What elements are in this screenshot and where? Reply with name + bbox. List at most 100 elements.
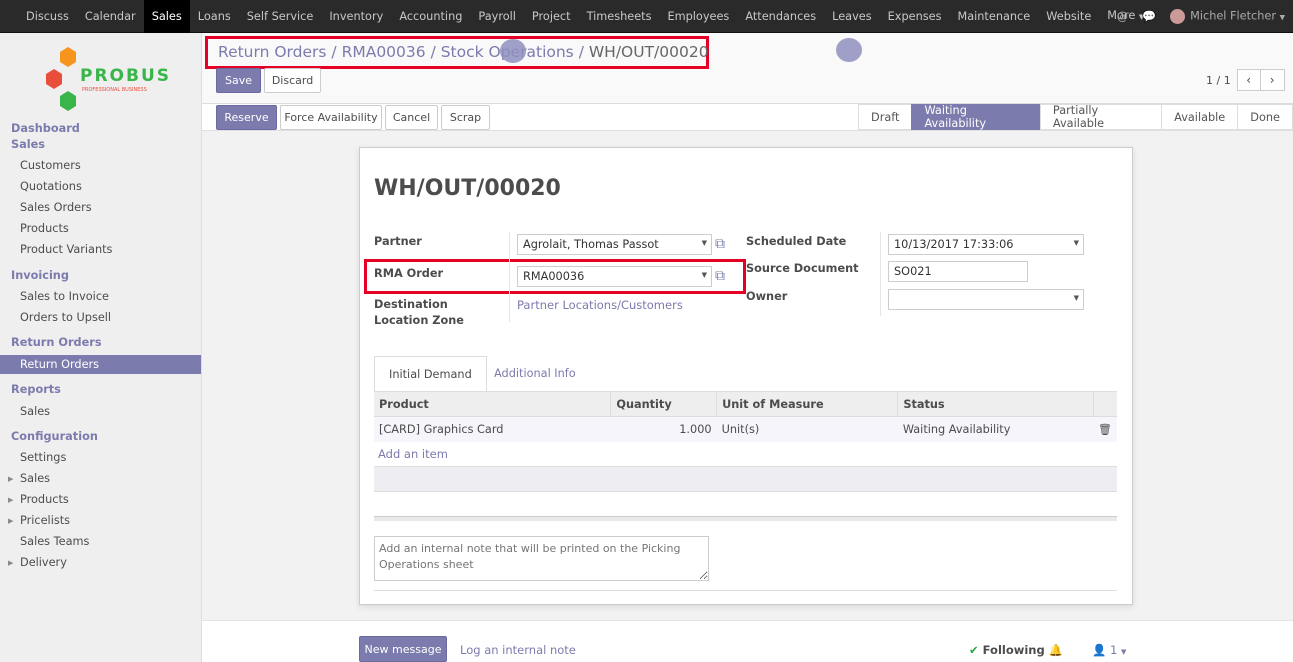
external-link-icon[interactable]: ⧉	[715, 236, 733, 252]
menu-calendar[interactable]: Calendar	[77, 0, 144, 33]
cursor-marker	[500, 39, 526, 63]
sidebar-item-config-products[interactable]: ▶ Products	[8, 493, 69, 506]
sidebar-head-return-orders[interactable]: Return Orders	[11, 336, 102, 349]
caret-right-icon: ▶	[8, 496, 14, 504]
menu-accounting[interactable]: Accounting	[391, 0, 470, 33]
sidebar-item-product-variants[interactable]: Product Variants	[20, 243, 112, 256]
cell-product: [CARD] Graphics Card	[374, 416, 611, 442]
menu-inventory[interactable]: Inventory	[321, 0, 391, 33]
column-header-uom[interactable]: Unit of Measure	[716, 391, 898, 417]
partner-value: Agrolait, Thomas Passot	[523, 238, 659, 251]
menu-timesheets[interactable]: Timesheets	[579, 0, 660, 33]
sidebar-item-pricelists[interactable]: ▶ Pricelists	[8, 514, 71, 527]
table-footer	[374, 466, 1117, 492]
avatar	[1170, 9, 1186, 24]
sidebar-head-invoicing[interactable]: Invoicing	[11, 269, 69, 282]
menu-discuss[interactable]: Discuss	[18, 0, 77, 33]
caret-down-icon: ▼	[701, 239, 707, 247]
trash-icon[interactable]: 🗑	[1093, 416, 1117, 442]
new-message-button[interactable]: New message	[359, 636, 447, 662]
menu-attendances[interactable]: Attendances	[737, 0, 824, 33]
cell-uom: Unit(s)	[716, 416, 898, 442]
stage-partially-available[interactable]: Partially Available	[1039, 104, 1162, 130]
pager-value: 1 / 1	[1206, 73, 1231, 87]
save-button[interactable]: Save	[216, 68, 261, 93]
followers-dropdown[interactable]: 👤 1 ▼	[1092, 643, 1126, 657]
menu-self-service[interactable]: Self Service	[239, 0, 322, 33]
menu-maintenance[interactable]: Maintenance	[949, 0, 1038, 33]
sidebar-item-orders-to-upsell[interactable]: Orders to Upsell	[20, 311, 111, 324]
external-link-icon[interactable]: ⧉	[715, 268, 733, 284]
section-divider	[374, 590, 1117, 591]
sidebar-item-settings[interactable]: Settings	[20, 451, 66, 464]
bell-icon[interactable]: 🔔	[1049, 643, 1063, 657]
source-document-field[interactable]: SO021	[888, 261, 1028, 282]
rma-order-field[interactable]: RMA00036 ▼	[517, 266, 712, 287]
sidebar-item-return-orders[interactable]: Return Orders	[0, 355, 201, 374]
sidebar-head-reports[interactable]: Reports	[11, 383, 61, 396]
stage-done[interactable]: Done	[1237, 104, 1293, 130]
add-item-link[interactable]: Add an item	[378, 447, 448, 461]
sidebar-item-reports-sales[interactable]: Sales	[20, 405, 50, 418]
caret-right-icon: ▶	[8, 517, 14, 525]
menu-project[interactable]: Project	[524, 0, 579, 33]
caret-down-icon: ▼	[1073, 239, 1079, 247]
sidebar-item-label: Pricelists	[20, 514, 71, 527]
sidebar-item-customers[interactable]: Customers	[20, 159, 81, 172]
force-availability-button[interactable]: Force Availability	[280, 105, 382, 130]
sidebar-item-sales-to-invoice[interactable]: Sales to Invoice	[20, 290, 109, 303]
breadcrumb-return-orders[interactable]: Return Orders	[218, 43, 327, 61]
menu-website[interactable]: Website	[1038, 0, 1099, 33]
stage-waiting-availability[interactable]: Waiting Availability	[911, 104, 1040, 130]
scheduled-date-label: Scheduled Date	[746, 235, 847, 248]
sidebar-item-products[interactable]: Products	[20, 222, 69, 235]
tab-additional-info[interactable]: Additional Info	[480, 356, 590, 392]
menu-sales[interactable]: Sales	[143, 0, 190, 33]
menu-employees[interactable]: Employees	[659, 0, 737, 33]
stage-available[interactable]: Available	[1161, 104, 1238, 130]
sidebar-head-dashboard[interactable]: Dashboard	[11, 122, 80, 135]
activity-icon[interactable]: @	[1117, 10, 1128, 23]
column-header-product[interactable]: Product	[374, 391, 611, 417]
sidebar-item-sales-orders[interactable]: Sales Orders	[20, 201, 92, 214]
sidebar-head-configuration[interactable]: Configuration	[11, 430, 98, 443]
cancel-button[interactable]: Cancel	[385, 105, 438, 130]
table-row[interactable]: [CARD] Graphics Card 1.000 Unit(s) Waiti…	[374, 416, 1117, 442]
pager-next-icon[interactable]: ›	[1260, 69, 1285, 91]
user-menu[interactable]: Michel Fletcher ▼	[1170, 9, 1285, 24]
discard-button[interactable]: Discard	[264, 68, 321, 93]
caret-right-icon: ▶	[8, 559, 14, 567]
menu-expenses[interactable]: Expenses	[880, 0, 950, 33]
status-bar: Draft Waiting Availability Partially Ava…	[858, 104, 1293, 130]
sidebar-item-config-sales[interactable]: ▶ Sales	[8, 472, 50, 485]
destination-label: Destination Location Zone	[374, 298, 464, 327]
destination-link[interactable]: Partner Locations/Customers	[517, 298, 683, 312]
scheduled-date-field[interactable]: 10/13/2017 17:33:06 ▼	[888, 234, 1084, 255]
sidebar-item-delivery[interactable]: ▶ Delivery	[8, 556, 67, 569]
scrap-button[interactable]: Scrap	[441, 105, 490, 130]
sidebar-item-label: Delivery	[20, 556, 67, 569]
internal-note-field[interactable]	[374, 536, 709, 581]
owner-field[interactable]: ▼	[888, 289, 1084, 310]
stage-draft[interactable]: Draft	[858, 104, 912, 130]
section-separator	[374, 516, 1117, 521]
menu-loans[interactable]: Loans	[190, 0, 239, 33]
breadcrumb-rma[interactable]: RMA00036	[342, 43, 426, 61]
caret-right-icon: ▶	[8, 475, 14, 483]
menu-payroll[interactable]: Payroll	[470, 0, 524, 33]
log-note-link[interactable]: Log an internal note	[460, 643, 576, 657]
reserve-button[interactable]: Reserve	[216, 105, 277, 130]
sidebar-head-sales[interactable]: Sales	[11, 138, 45, 151]
column-header-quantity[interactable]: Quantity	[610, 391, 717, 417]
chat-icon[interactable]: 💬	[1142, 10, 1156, 23]
pager-previous-icon[interactable]: ‹	[1236, 69, 1261, 91]
partner-field[interactable]: Agrolait, Thomas Passot ▼	[517, 234, 712, 255]
sidebar-item-sales-teams[interactable]: Sales Teams	[20, 535, 89, 548]
sidebar-item-quotations[interactable]: Quotations	[20, 180, 82, 193]
tab-initial-demand[interactable]: Initial Demand	[374, 356, 487, 392]
rma-order-label: RMA Order	[374, 267, 444, 280]
cursor-marker	[836, 38, 862, 62]
following-toggle[interactable]: ✔ Following 🔔	[969, 643, 1063, 657]
column-header-status[interactable]: Status	[897, 391, 1093, 417]
menu-leaves[interactable]: Leaves	[824, 0, 880, 33]
